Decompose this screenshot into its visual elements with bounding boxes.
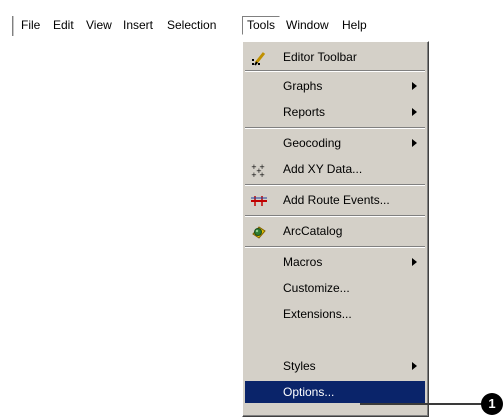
menu-file[interactable]: File	[17, 16, 44, 35]
menu-item-label: Options...	[283, 385, 335, 399]
menu-help[interactable]: Help	[338, 16, 371, 35]
menu-item-add-xy-data[interactable]: + + + + + Add XY Data...	[245, 158, 425, 180]
menu-item-styles[interactable]: Styles	[245, 355, 425, 377]
route-events-icon	[251, 196, 267, 206]
svg-text:+: +	[256, 167, 262, 175]
menu-item-label: Extensions...	[283, 307, 352, 321]
menu-item-label: Geocoding	[283, 136, 342, 150]
menu-item-label: ArcCatalog	[283, 224, 343, 238]
menu-separator	[245, 246, 425, 248]
menu-item-label: Reports	[283, 105, 326, 119]
menu-item-add-route-events[interactable]: Add Route Events...	[245, 189, 425, 211]
xy-data-icon: + + + + +	[251, 163, 265, 178]
menu-item-label: Styles	[283, 359, 316, 373]
menu-item-geocoding[interactable]: Geocoding	[245, 132, 425, 154]
menu-separator	[245, 70, 425, 72]
tools-dropdown-menu: Editor Toolbar Graphs Reports Geocoding …	[242, 41, 429, 417]
menu-item-graphs[interactable]: Graphs	[245, 75, 425, 97]
menu-item-label: Macros	[283, 255, 323, 269]
menu-item-arccatalog[interactable]: ArcCatalog	[245, 220, 425, 242]
submenu-arrow-icon	[412, 258, 417, 266]
menu-bar: File Edit View Insert Selection Tools Wi…	[0, 13, 430, 39]
submenu-arrow-icon	[412, 82, 417, 90]
menu-item-reports[interactable]: Reports	[245, 101, 425, 123]
menu-separator	[245, 127, 425, 129]
menu-item-extensions[interactable]: Extensions...	[245, 303, 425, 325]
menu-insert[interactable]: Insert	[119, 16, 157, 35]
submenu-arrow-icon	[412, 139, 417, 147]
menu-item-label: Editor Toolbar	[283, 50, 357, 64]
menu-separator	[245, 215, 425, 217]
menu-edit[interactable]: Edit	[49, 16, 78, 35]
menu-item-label: Graphs	[283, 79, 323, 93]
menu-item-label: Customize...	[283, 281, 350, 295]
submenu-arrow-icon	[412, 362, 417, 370]
menu-item-options[interactable]: Options...	[245, 381, 425, 403]
submenu-arrow-icon	[412, 108, 417, 116]
menu-tools[interactable]: Tools	[242, 16, 281, 35]
menu-window[interactable]: Window	[282, 16, 333, 35]
menu-item-customize[interactable]: Customize...	[245, 277, 425, 299]
menu-view[interactable]: View	[82, 16, 116, 35]
menu-item-label: Add XY Data...	[283, 162, 363, 176]
callout-number-badge: 1	[481, 393, 503, 415]
menu-item-macros[interactable]: Macros	[245, 251, 425, 273]
menu-item-editor-toolbar[interactable]: Editor Toolbar	[245, 46, 425, 68]
menu-separator	[245, 184, 425, 186]
callout-leader-line	[360, 403, 488, 405]
arccatalog-icon	[252, 226, 266, 239]
menu-selection[interactable]: Selection	[163, 16, 220, 35]
toolbar-grip[interactable]	[8, 16, 13, 36]
editor-pencil-icon	[252, 52, 266, 66]
menu-item-label: Add Route Events...	[283, 193, 390, 207]
